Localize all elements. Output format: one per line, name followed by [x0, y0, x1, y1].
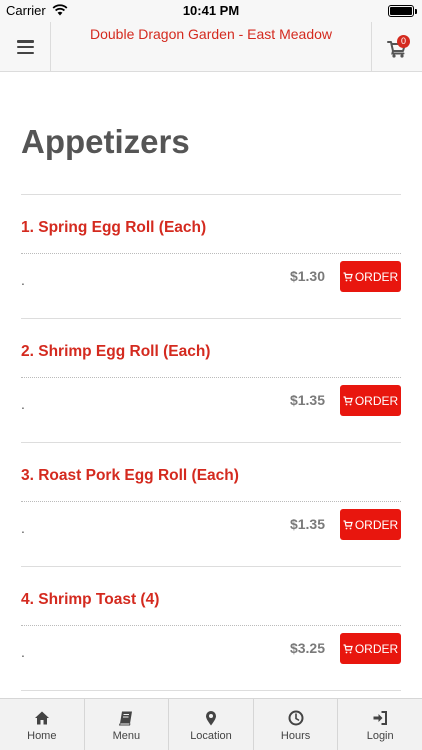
battery-icon — [388, 5, 417, 17]
map-marker-icon — [205, 710, 216, 725]
order-button[interactable]: ORDER — [340, 509, 401, 540]
item-name[interactable]: 4. Shrimp Toast (4) — [21, 591, 159, 609]
login-icon — [373, 710, 388, 725]
item-description: . — [21, 272, 25, 288]
hamburger-icon — [16, 40, 34, 54]
restaurant-title: Double Dragon Garden - East Meadow — [89, 26, 333, 42]
dotted-divider — [21, 253, 401, 254]
tab-label: Location — [190, 729, 232, 742]
cart-icon — [343, 519, 353, 529]
section-title: Appetizers — [21, 123, 190, 160]
cart-icon — [343, 395, 353, 405]
tab-label: Hours — [280, 729, 311, 742]
item-name[interactable]: 2. Shrimp Egg Roll (Each) — [21, 343, 210, 361]
status-bar: Carrier 10:41 PM — [0, 0, 422, 22]
item-price: $1.35 — [289, 516, 325, 532]
order-button-label: ORDER — [354, 393, 399, 408]
menu-content[interactable]: Appetizers 1. Spring Egg Roll (Each) . $… — [0, 73, 422, 698]
order-button[interactable]: ORDER — [340, 385, 401, 416]
tab-home[interactable]: Home — [0, 699, 85, 750]
clock-icon — [288, 710, 304, 725]
item-price: $3.25 — [289, 640, 325, 656]
tab-label: Home — [27, 729, 57, 742]
order-button[interactable]: ORDER — [340, 261, 401, 292]
order-button[interactable]: ORDER — [340, 633, 401, 664]
item-description: . — [21, 644, 25, 660]
order-button-label: ORDER — [354, 269, 399, 284]
cart-icon — [343, 643, 353, 653]
menu-item: 1. Spring Egg Roll (Each) . $1.30 ORDER — [21, 195, 401, 319]
dotted-divider — [21, 377, 401, 378]
tab-menu[interactable]: Menu — [85, 699, 170, 750]
home-icon — [34, 711, 49, 724]
dotted-divider — [21, 625, 401, 626]
tab-login[interactable]: Login — [338, 699, 422, 750]
item-price: $1.30 — [289, 268, 325, 284]
item-description: . — [21, 396, 25, 412]
tab-label: Menu — [112, 729, 141, 742]
bottom-tab-bar: Home Menu Location Hours Login — [0, 698, 422, 750]
item-name[interactable]: 1. Spring Egg Roll (Each) — [21, 219, 206, 237]
dotted-divider — [21, 501, 401, 502]
order-button-label: ORDER — [354, 517, 399, 532]
menu-item: 2. Shrimp Egg Roll (Each) . $1.35 ORDER — [21, 319, 401, 443]
tab-hours[interactable]: Hours — [254, 699, 339, 750]
cart-count-badge: 0 — [397, 35, 410, 48]
item-divider — [21, 690, 401, 691]
order-button-label: ORDER — [354, 641, 399, 656]
cart-button[interactable]: 0 — [371, 22, 422, 72]
nav-bar: Double Dragon Garden - East Meadow 0 — [0, 22, 422, 72]
tab-label: Login — [366, 729, 394, 742]
item-name[interactable]: 3. Roast Pork Egg Roll (Each) — [21, 467, 239, 485]
item-price: $1.35 — [289, 392, 325, 408]
menu-button[interactable] — [0, 22, 51, 72]
menu-item: 3. Roast Pork Egg Roll (Each) . $1.35 OR… — [21, 443, 401, 567]
item-description: . — [21, 520, 25, 536]
book-icon — [119, 711, 133, 725]
clock-time: 10:41 PM — [182, 3, 240, 18]
cart-icon — [343, 271, 353, 281]
tab-location[interactable]: Location — [169, 699, 254, 750]
menu-item: 4. Shrimp Toast (4) . $3.25 ORDER — [21, 567, 401, 691]
